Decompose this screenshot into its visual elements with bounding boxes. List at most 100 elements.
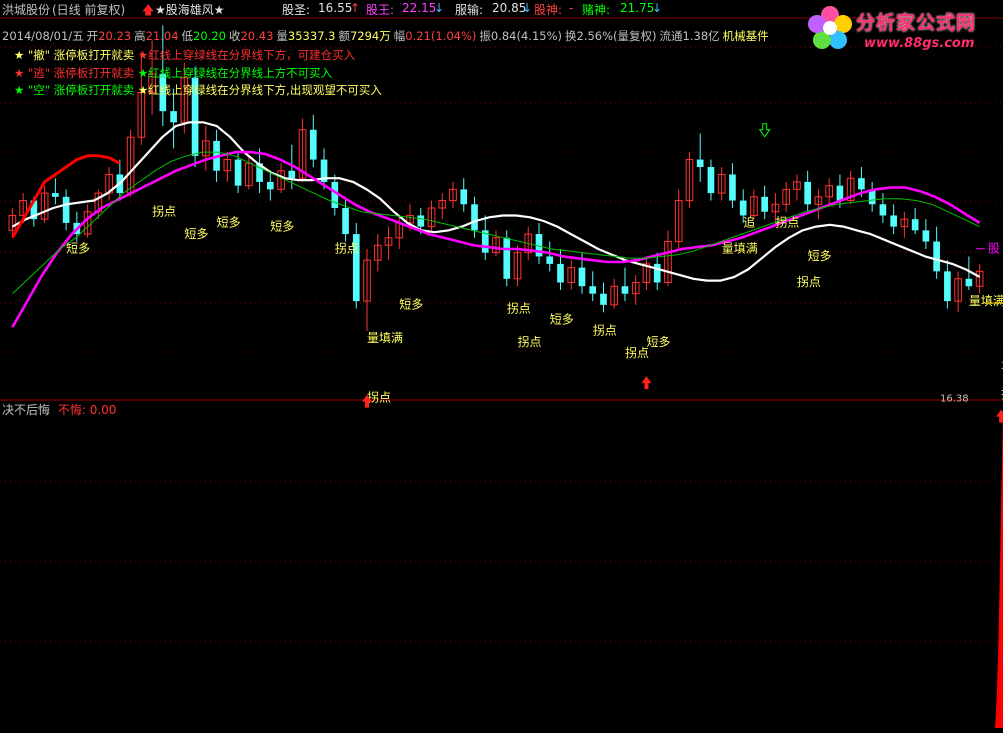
candle-body-down bbox=[836, 185, 844, 201]
candle-body-down bbox=[965, 278, 973, 287]
series-line-white bbox=[11, 121, 981, 282]
signal-label: 拐点 bbox=[797, 274, 821, 289]
candle-body-down bbox=[546, 256, 554, 264]
down-arrow-icon bbox=[758, 123, 771, 138]
sub-panel-title: 决不后悔 不悔: 0.00 bbox=[2, 403, 117, 417]
signal-label: 短多 bbox=[550, 312, 574, 326]
turnover-value: 2.56%(量复权) bbox=[576, 29, 657, 43]
high-value: 21.04 bbox=[145, 29, 179, 43]
up-small-icon: ↑ bbox=[350, 1, 361, 15]
candle-body-down bbox=[729, 174, 736, 201]
star-icon: ★ bbox=[137, 66, 149, 80]
low-value: 20.20 bbox=[193, 29, 226, 43]
logo-url: www.88gs.com bbox=[864, 36, 975, 51]
signal-label: 拐点 bbox=[517, 334, 541, 349]
series-line-green bbox=[12, 151, 980, 295]
candle-body-down bbox=[922, 230, 930, 242]
candle-body-down bbox=[557, 263, 564, 283]
candle-body-down bbox=[234, 159, 242, 186]
gushen-label: 股神: bbox=[534, 3, 563, 17]
signal-label: 拐点 bbox=[507, 300, 531, 315]
star-icon: ★ bbox=[14, 83, 25, 97]
candle-body-down bbox=[879, 204, 887, 216]
signal-label: 量填满 bbox=[367, 331, 403, 345]
candle-body-down bbox=[696, 159, 704, 168]
signal-label: 短多 bbox=[217, 216, 241, 230]
signal-label: 拐点 bbox=[152, 203, 176, 218]
fuyu-label: 服输: bbox=[455, 3, 484, 17]
candle-body-down bbox=[170, 111, 177, 123]
guru-saint-value: 16.55 bbox=[318, 1, 353, 15]
candle-body-down bbox=[804, 181, 812, 205]
down-small-icon-2: ↓ bbox=[522, 1, 533, 15]
candle-body-down bbox=[62, 196, 70, 223]
candle-body-down bbox=[266, 181, 274, 190]
candle-body-down bbox=[589, 286, 597, 294]
signal-labels: 短多拐点短多短多 短多拐点短多量填满拐点拐点短多拐点拐点拐点短多量填满追 拐点短多拐… bbox=[66, 123, 1003, 423]
dushen-value: 21.75 bbox=[620, 1, 655, 15]
legend-row-1: ★ "撤" 涨停板打开就卖 ★红线上穿绿线在分界线下方，可建仓买入 bbox=[14, 48, 356, 62]
last-tick-label: 16.38 bbox=[940, 394, 969, 405]
signal-label: 短多 bbox=[66, 242, 90, 256]
candle-body-down bbox=[653, 263, 661, 283]
candle-body-down bbox=[52, 193, 59, 197]
volume-value: 35337.3 bbox=[287, 29, 336, 43]
candle-body-down bbox=[471, 204, 478, 231]
star-icon: ★ bbox=[14, 66, 25, 80]
candle-body-down bbox=[342, 208, 349, 235]
legend-row-3: ★ "空" 涨停板打开就卖 ★红线上穿绿线在分界线下方,出现观望不可买入 bbox=[14, 83, 382, 97]
gushen-value: - bbox=[569, 1, 574, 15]
stock-name[interactable]: 洪城股份 bbox=[2, 1, 50, 18]
signal-label: 拐点 bbox=[593, 323, 617, 338]
amplitude-value: 0.84(4.15%) bbox=[490, 29, 563, 43]
indicator-name[interactable]: ★股海雄风★ bbox=[155, 1, 225, 18]
period-label[interactable]: (日线 前复权) bbox=[52, 1, 125, 18]
spike-bar bbox=[995, 416, 1003, 728]
candle-body-down bbox=[933, 241, 940, 272]
candle-body-down bbox=[503, 237, 511, 279]
site-logo: 分析家公式网 www.88gs.com bbox=[800, 2, 1000, 58]
signal-label: 拐点 bbox=[625, 345, 649, 360]
candle-body-down bbox=[309, 129, 317, 160]
candle-body-down bbox=[460, 189, 468, 205]
dushen-label: 赌神: bbox=[582, 3, 611, 17]
candle-body-down bbox=[944, 271, 951, 302]
down-small-icon: ↓ bbox=[434, 1, 445, 15]
signal-label: 短多 bbox=[808, 249, 832, 263]
candle-body-down bbox=[621, 286, 629, 294]
signal-label: 短多 bbox=[270, 219, 294, 233]
signal-label: 短多 bbox=[184, 227, 208, 241]
candle-body-down bbox=[858, 178, 865, 190]
signal-label: 拐点 bbox=[775, 215, 799, 230]
indicator-lines bbox=[11, 121, 981, 328]
signal-label: 量填满 bbox=[722, 242, 758, 256]
amount-value: 7294万 bbox=[349, 29, 391, 43]
candle-body-down bbox=[761, 196, 769, 212]
legend-row-2: ★ "逃" 涨停板打开就卖 ★红线上穿绿线在分界线上方不可买入 bbox=[14, 66, 333, 80]
guru-king-label: 股王: bbox=[366, 3, 395, 17]
candle-body-down bbox=[911, 219, 919, 231]
quote-date: 2014/08/01/五 bbox=[2, 29, 84, 43]
candle-body-down bbox=[578, 267, 586, 287]
close-value: 20.43 bbox=[240, 29, 274, 43]
sector-value: 机械基件 bbox=[722, 29, 769, 43]
signal-label: 拐点 bbox=[335, 241, 359, 256]
star-icon: ★ bbox=[14, 48, 25, 62]
candle-body-down bbox=[739, 200, 747, 216]
logo-name: 分析家公式网 bbox=[856, 12, 977, 34]
up-arrow-icon: 🡅 bbox=[142, 3, 155, 17]
candle-body-down bbox=[417, 215, 425, 227]
signal-label: 追 bbox=[743, 215, 755, 230]
signal-label: 拐点 bbox=[367, 390, 391, 405]
candle-body-down bbox=[331, 181, 339, 208]
candle-body-down bbox=[890, 215, 897, 227]
star-icon: ★ bbox=[137, 83, 149, 97]
float-value: 1.38亿 bbox=[682, 29, 720, 43]
up-arrow-icon bbox=[996, 409, 1003, 423]
main-chart[interactable]: 短多拐点短多短多 短多拐点短多量填满拐点拐点短多拐点拐点拐点短多量填满追 拐点短多拐… bbox=[0, 0, 1003, 733]
chart-grid bbox=[0, 17, 1003, 643]
open-value: 20.23 bbox=[98, 29, 132, 43]
candle-body-down bbox=[600, 293, 607, 305]
change-value: 0.21(1.04%) bbox=[405, 29, 477, 43]
sub-panel bbox=[995, 416, 1003, 728]
